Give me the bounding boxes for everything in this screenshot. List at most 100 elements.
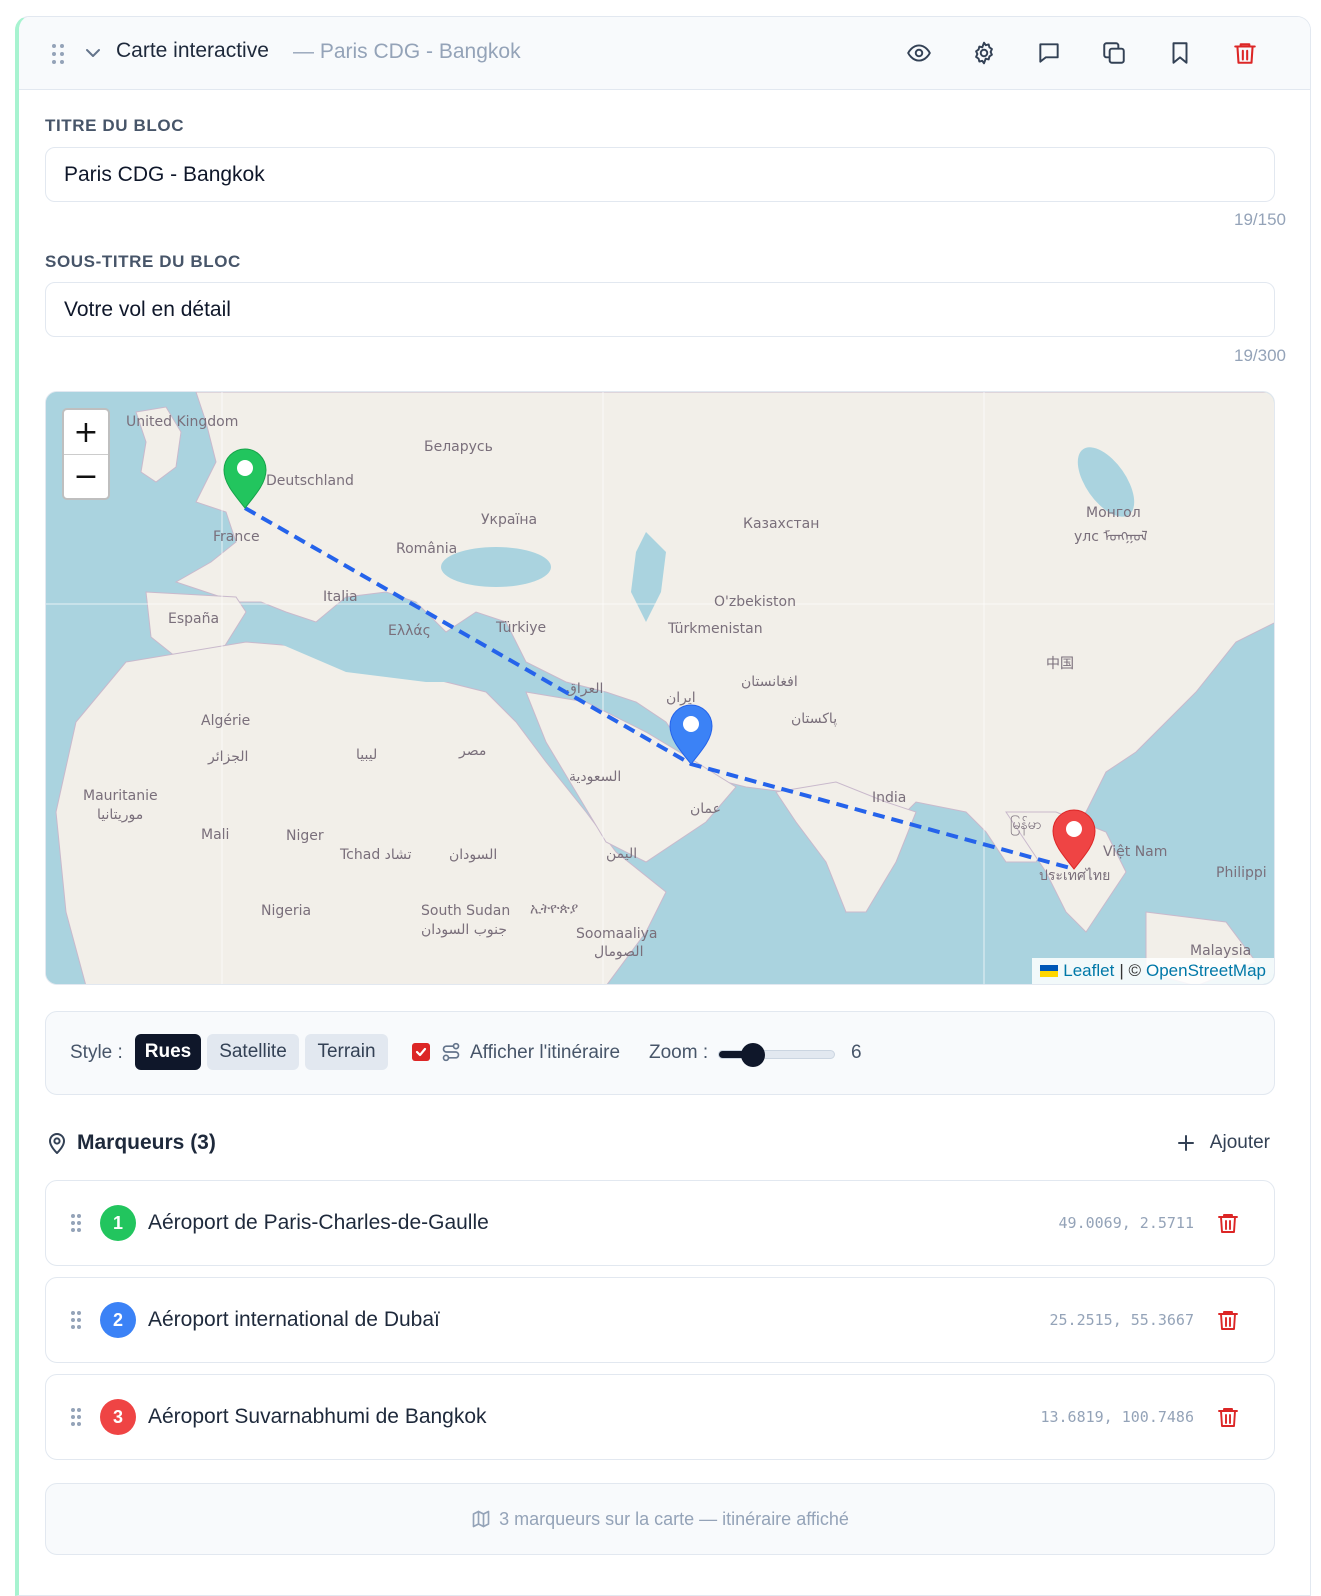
marker-name[interactable]: Aéroport Suvarnabhumi de Bangkok (148, 1405, 487, 1429)
marker-badge: 2 (100, 1302, 136, 1338)
eye-icon[interactable] (905, 39, 933, 67)
style-label: Style : (70, 1042, 123, 1063)
zoom-label: Zoom : (649, 1042, 709, 1063)
marker-row: 3 Aéroport Suvarnabhumi de Bangkok 13.68… (45, 1374, 1275, 1460)
zoom-out-button[interactable]: − (64, 454, 108, 498)
map-summary: 3 marqueurs sur la carte — itinéraire af… (45, 1483, 1275, 1555)
chevron-down-icon[interactable] (83, 43, 103, 63)
map-label-de: Deutschland (266, 473, 354, 489)
block-subtitle-counter: 19/300 (1234, 346, 1286, 365)
map-label-ne: Niger (286, 828, 324, 844)
drag-handle-icon[interactable] (51, 43, 65, 65)
style-option-terrain[interactable]: Terrain (305, 1034, 388, 1070)
map-label-ye: اليمن (606, 846, 637, 862)
map-label-es: España (168, 611, 219, 627)
map-label-ir: ایران (666, 690, 696, 706)
delete-marker-trash-icon[interactable] (1216, 1405, 1240, 1429)
zoom-slider-thumb[interactable] (740, 1043, 765, 1067)
zoom-value: 6 (851, 1042, 862, 1063)
map-label-ly: ليبيا (356, 747, 377, 763)
zoom-slider[interactable] (718, 1043, 835, 1067)
block-title-label: TITRE DU BLOC (45, 116, 185, 135)
copy-icon[interactable] (1100, 39, 1128, 67)
drag-handle-icon[interactable] (70, 1407, 82, 1427)
map-label-et: ኢትዮጵያ (530, 901, 578, 917)
map-label-ua: Україна (481, 512, 537, 528)
map-label-so2: الصومال (594, 944, 643, 960)
map-label-sd: السودان (449, 847, 497, 863)
marker-row: 1 Aéroport de Paris-Charles-de-Gaulle 49… (45, 1180, 1275, 1266)
show-route-checkbox[interactable] (412, 1043, 430, 1061)
gear-icon[interactable] (970, 39, 998, 67)
bookmark-icon[interactable] (1166, 39, 1194, 67)
map-label-ng: Nigeria (261, 903, 311, 919)
map-label-so: Soomaaliya (576, 926, 657, 942)
map-pin-icon (45, 1131, 69, 1160)
markers-header: Marqueurs (3) Ajouter (45, 1125, 1286, 1161)
map-label-uk: United Kingdom (126, 414, 238, 430)
map-label-ro: România (396, 541, 457, 557)
block-header: Carte interactive — Paris CDG - Bangkok (19, 17, 1310, 90)
map-label-mn: Монгол (1086, 505, 1141, 521)
comment-icon[interactable] (1035, 39, 1063, 67)
map-label-by: Беларусь (424, 439, 493, 455)
zoom-in-button[interactable]: + (64, 410, 108, 454)
marker-coords: 49.0069, 2.5711 (1058, 1214, 1194, 1232)
map-label-sa: السعودية (569, 769, 621, 785)
map-summary-text: 3 marqueurs sur la carte — itinéraire af… (499, 1508, 849, 1529)
map-label-mr2: موريتانيا (97, 807, 143, 823)
openstreetmap-link[interactable]: OpenStreetMap (1146, 961, 1266, 981)
block-header-subtitle: — Paris CDG - Bangkok (293, 40, 521, 63)
map-label-th: ประเทศไทย (1039, 867, 1110, 884)
map-label-om: عمان (690, 801, 721, 817)
leaflet-link[interactable]: Leaflet (1063, 961, 1114, 981)
marker-name[interactable]: Aéroport de Paris-Charles-de-Gaulle (148, 1211, 489, 1235)
map-label-uz: O'zbekiston (714, 594, 796, 610)
map-label-it: Italia (323, 589, 358, 605)
map-view[interactable]: United Kingdom Deutschland France España… (45, 391, 1275, 985)
map-label-kz: Казахстан (743, 516, 819, 532)
style-option-rues[interactable]: Rues (135, 1034, 201, 1070)
marker-coords: 13.6819, 100.7486 (1040, 1408, 1194, 1426)
show-route-label[interactable]: Afficher l'itinéraire (470, 1042, 620, 1064)
map-label-ss2: جنوب السودان (421, 922, 507, 938)
map-label-eg: مصر (458, 743, 486, 759)
map-label-fr: France (213, 529, 260, 545)
map-label-in: India (872, 790, 906, 806)
marker-name[interactable]: Aéroport international de Dubaï (148, 1308, 440, 1332)
map-label-dz2: الجزائر (207, 749, 248, 765)
map-label-gr: Ελλάς (388, 623, 431, 639)
zoom-control: + − (62, 408, 110, 500)
map-label-tr: Türkiye (495, 620, 546, 636)
plus-icon (1177, 1135, 1194, 1151)
marker-badge: 1 (100, 1205, 136, 1241)
delete-marker-trash-icon[interactable] (1216, 1211, 1240, 1235)
block-title-input[interactable] (45, 147, 1275, 202)
ukraine-flag-icon (1040, 965, 1059, 977)
attribution-separator: | © (1119, 961, 1141, 980)
marker-row: 2 Aéroport international de Dubaï 25.251… (45, 1277, 1275, 1363)
map-label-vn: Việt Nam (1103, 844, 1167, 860)
add-marker-label: Ajouter (1209, 1132, 1270, 1153)
delete-marker-trash-icon[interactable] (1216, 1308, 1240, 1332)
drag-handle-icon[interactable] (70, 1213, 82, 1233)
block-subtitle-label: SOUS-TITRE DU BLOC (45, 252, 241, 271)
map-attribution: Leaflet | © OpenStreetMap (1032, 958, 1274, 984)
map-label-tm: Türkmenistan (667, 621, 763, 637)
map-label-mn2: улс ᠮᠣᠩᠭᠣᠯ (1074, 529, 1148, 545)
map-label-pk: پاکستان (791, 711, 837, 727)
map-label-mm: မြန်မာ (1010, 816, 1041, 835)
map-label-cn: 中国 (1046, 656, 1074, 672)
marker-badge: 3 (100, 1399, 136, 1435)
trash-icon[interactable] (1231, 39, 1259, 67)
map-icon (472, 1510, 490, 1528)
map-label-td: Tchad تشاد (339, 847, 412, 863)
style-option-satellite[interactable]: Satellite (207, 1034, 299, 1070)
block-subtitle-input[interactable] (45, 282, 1275, 337)
add-marker-button[interactable]: Ajouter (1160, 1125, 1286, 1161)
drag-handle-icon[interactable] (70, 1310, 82, 1330)
map-label-mr: Mauritanie (83, 788, 158, 804)
map-label-my: Malaysia (1190, 943, 1251, 959)
map-block-card: Carte interactive — Paris CDG - Bangkok … (15, 16, 1311, 1596)
route-icon (441, 1042, 461, 1067)
